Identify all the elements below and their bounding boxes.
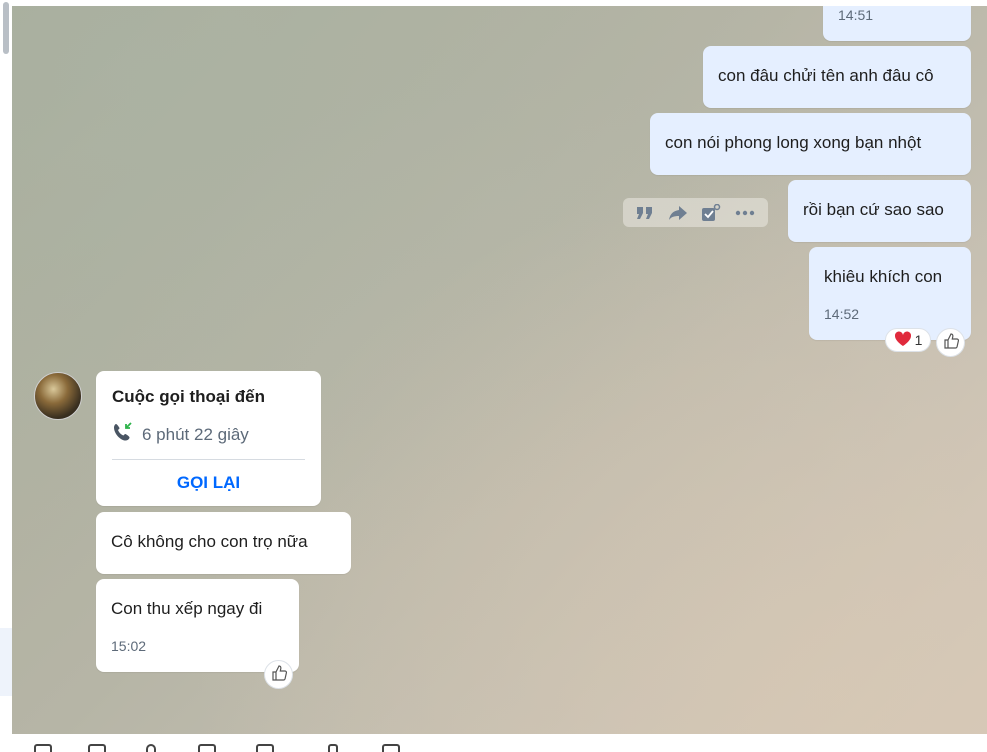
left-selected-item[interactable] <box>0 628 12 696</box>
image-icon[interactable] <box>88 744 106 752</box>
message-text: rồi bạn cứ sao sao <box>803 200 944 219</box>
call-duration: 6 phút 22 giây <box>142 424 249 444</box>
callback-button[interactable]: GỌI LẠI <box>96 473 321 493</box>
thumbs-up-icon <box>943 333 959 352</box>
reaction-count: 1 <box>914 332 923 348</box>
reaction-summary[interactable]: 1 <box>885 328 931 352</box>
incoming-call-icon <box>112 421 134 448</box>
message-bubble-incoming[interactable]: Con thu xếp ngay đi 15:02 <box>96 579 299 672</box>
message-bubble-outgoing[interactable]: con đâu chửi tên anh đâu cô <box>703 46 971 108</box>
message-bubble-outgoing[interactable]: 14:51 <box>823 6 971 41</box>
message-time: 14:52 <box>824 306 860 322</box>
format-icon[interactable] <box>328 744 338 752</box>
quote-icon[interactable] <box>636 206 654 220</box>
message-text: khiêu khích con <box>824 267 943 286</box>
more-options-icon[interactable] <box>735 210 755 216</box>
composer-toolbar <box>12 734 987 752</box>
message-time: 14:51 <box>838 7 874 23</box>
forward-icon[interactable] <box>668 205 688 221</box>
message-bubble-outgoing[interactable]: rồi bạn cứ sao sao <box>788 180 971 242</box>
more-composer-icon[interactable] <box>382 744 400 752</box>
heart-icon <box>894 330 912 350</box>
card-icon[interactable] <box>256 744 274 752</box>
thumbs-up-icon <box>271 665 287 684</box>
add-task-icon[interactable] <box>701 203 721 222</box>
message-text: con đâu chửi tên anh đâu cô <box>718 66 934 85</box>
attachment-icon[interactable] <box>146 744 156 752</box>
contact-avatar[interactable] <box>34 372 82 420</box>
divider <box>112 459 305 460</box>
message-bubble-outgoing[interactable]: con nói phong long xong bạn nhột <box>650 113 971 175</box>
like-reaction-button[interactable] <box>264 660 293 689</box>
message-text: Con thu xếp ngay đi <box>111 599 263 618</box>
left-scrollbar[interactable] <box>3 2 9 54</box>
message-bubble-incoming[interactable]: Cô không cho con trọ nữa <box>96 512 351 574</box>
call-title: Cuộc gọi thoại đến <box>112 387 265 406</box>
call-card: Cuộc gọi thoại đến 6 phút 22 giây GỌI LẠ… <box>96 371 321 506</box>
message-time: 15:02 <box>111 638 147 654</box>
screenshot-icon[interactable] <box>198 744 216 752</box>
left-panel-edge <box>0 0 12 752</box>
sticker-icon[interactable] <box>34 744 52 752</box>
like-reaction-button[interactable] <box>936 328 965 357</box>
message-action-toolbar <box>623 198 768 227</box>
call-duration-row: 6 phút 22 giây <box>112 421 249 448</box>
message-bubble-outgoing[interactable]: khiêu khích con 14:52 <box>809 247 971 340</box>
message-text: Cô không cho con trọ nữa <box>111 532 308 551</box>
message-text: con nói phong long xong bạn nhột <box>665 133 922 152</box>
chat-area: 14:51 con đâu chửi tên anh đâu cô con nó… <box>12 6 987 734</box>
